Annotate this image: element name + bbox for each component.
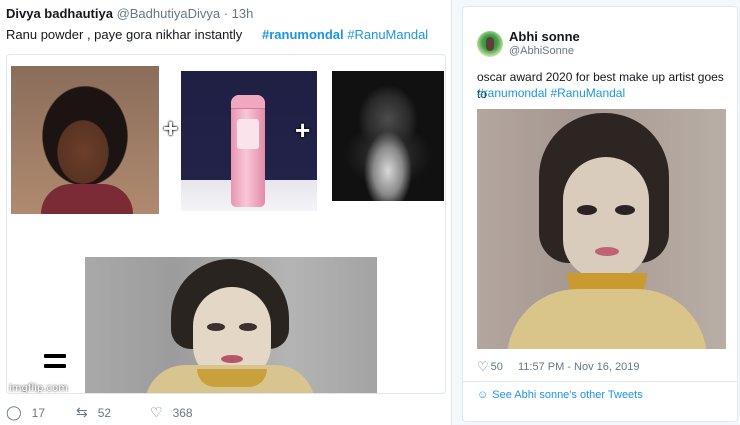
author-name[interactable]: Divya badhautiya — [6, 6, 113, 21]
reply-button[interactable]: ◯ 17 — [6, 404, 45, 421]
imgflip-watermark: imgflip.com — [9, 383, 68, 394]
see-more-label: See Abhi sonne's other Tweets — [492, 389, 643, 401]
like-button[interactable]: ♡ 368 — [150, 404, 193, 421]
see-more-link[interactable]: ☺ See Abhi sonne's other Tweets — [477, 389, 643, 401]
makeup-face-photo — [85, 257, 377, 393]
equals-icon — [43, 353, 67, 371]
like-count: 368 — [172, 405, 193, 420]
plus-icon: + — [295, 115, 311, 145]
reply-count: 17 — [31, 405, 46, 420]
tweet-hashtags: #ranumondal #RanuMandal — [477, 86, 625, 100]
heart-icon: ♡ — [150, 404, 163, 420]
smoke-man-photo — [332, 71, 444, 201]
retweet-button[interactable]: ⇆ 52 — [76, 404, 111, 421]
tweet-media[interactable]: +. + imgflip.com — [6, 54, 446, 394]
tweet-meta: ♡ 50 11:57 PM - Nov 16, 2019 — [477, 359, 639, 375]
left-tweet: Divya badhautiya @BadhutiyaDivya · 13h R… — [0, 0, 452, 425]
natural-face-photo — [11, 66, 159, 214]
retweet-icon: ⇆ — [76, 404, 88, 420]
divider — [463, 381, 737, 382]
tweet-text: Ranu powder , paye gora nikhar instantly… — [6, 27, 446, 42]
hashtag-ranumondal[interactable]: #ranumondal — [477, 86, 547, 100]
hashtag-ranumondal[interactable]: #ranumondal — [262, 27, 344, 42]
plus-icon: +. — [163, 113, 187, 143]
person-icon: ☺ — [477, 389, 489, 401]
tweet-timestamp[interactable]: 11:57 PM - Nov 16, 2019 — [518, 361, 639, 373]
heart-icon[interactable]: ♡ — [477, 359, 489, 375]
author-handle[interactable]: @AbhiSonne — [509, 45, 574, 57]
hashtag-ranumandal[interactable]: #RanuMandal — [347, 27, 428, 42]
tweet-body: Ranu powder , paye gora nikhar instantly — [6, 27, 243, 42]
tweet-header: Divya badhautiya @BadhutiyaDivya · 13h — [6, 6, 253, 21]
reply-icon: ◯ — [6, 404, 22, 420]
makeup-face-photo[interactable] — [477, 109, 726, 349]
author-handle[interactable]: @BadhutiyaDivya — [117, 6, 221, 21]
tweet-hashtags: #ranumondal #RanuMandal — [262, 27, 428, 42]
author-name[interactable]: Abhi sonne — [509, 29, 580, 44]
hashtag-ranumandal[interactable]: #RanuMandal — [550, 86, 625, 100]
screenshot-stage: Divya badhautiya @BadhutiyaDivya · 13h R… — [0, 0, 740, 425]
retweet-count: 52 — [97, 405, 112, 420]
tweet-time[interactable]: · 13h — [224, 6, 254, 21]
avatar[interactable] — [477, 31, 503, 57]
like-count[interactable]: 50 — [491, 361, 503, 373]
info-icon — [511, 361, 514, 373]
right-tweet: Abhi sonne @AbhiSonne oscar award 2020 f… — [462, 6, 738, 422]
